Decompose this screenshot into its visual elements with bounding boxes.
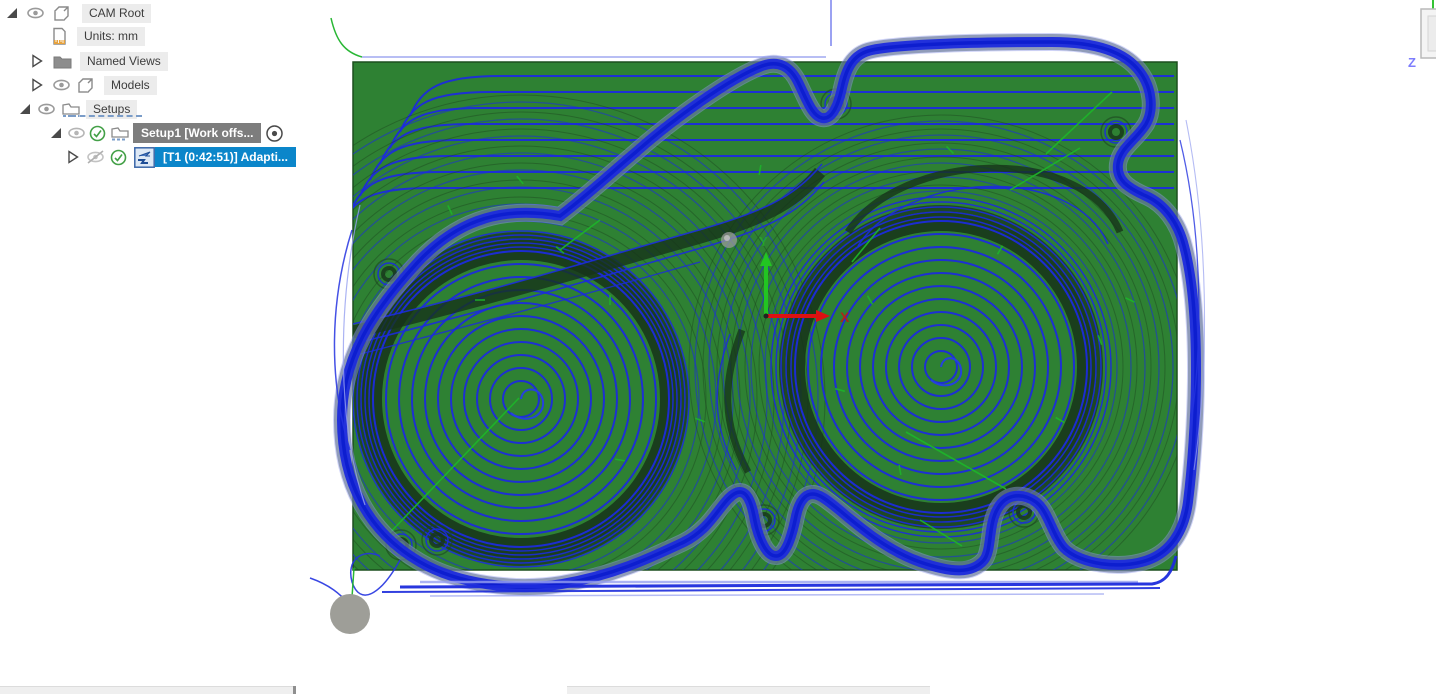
operation-point-sphere-highlight [724,235,730,241]
expander-expanded-icon[interactable] [4,5,20,21]
expander-expanded-icon[interactable] [17,101,33,117]
tree-row-models[interactable]: Models [0,74,157,96]
tree-label-setup1[interactable]: Setup1 [Work offs... [133,123,262,143]
tree-row-operation-t1[interactable]: [T1 (0:42:51)] Adapti... [0,146,296,168]
y-axis-label: Y [759,234,768,249]
tree-row-setup1[interactable]: Setup1 [Work offs... [0,122,284,144]
setups-hatch-decoration [70,115,142,117]
tree-row-named-views[interactable]: Named Views [0,50,168,72]
tree-row-setups[interactable]: Setups [0,98,142,120]
eye-slash-icon[interactable] [86,149,105,165]
models-icon [78,78,93,93]
bottom-panel-divider [293,686,296,694]
cam-root-icon [54,6,69,21]
tree-label-operation-t1[interactable]: [T1 (0:42:51)] Adapti... [155,147,296,167]
adaptive-operation-icon [134,146,155,168]
expander-collapsed-icon[interactable] [30,53,44,69]
eye-icon[interactable] [37,101,56,117]
app-window: X Y Z CAM Root Units: mm Named Views Mod… [0,0,1436,694]
eye-icon[interactable] [26,5,45,21]
tree-row-cam-root[interactable]: CAM Root [0,2,152,24]
tree-label-models[interactable]: Models [104,75,157,95]
bottom-panel-edge-middle [567,686,930,694]
bottom-panel-edge-left [0,686,293,694]
tree-label-named-views[interactable]: Named Views [80,51,168,71]
units-document-icon [53,27,66,45]
viewcube[interactable]: Z [1408,0,1436,70]
expander-collapsed-icon[interactable] [30,77,44,93]
check-circle-icon [89,125,106,141]
viewcube-z-label: Z [1408,55,1416,70]
eye-icon[interactable] [52,77,71,93]
setup-icon [111,126,129,140]
toolpath-curve [330,17,363,58]
browser-tree: CAM Root Units: mm Named Views Models Se… [0,0,310,200]
x-axis-label: X [840,309,850,325]
tree-row-units[interactable]: Units: mm [0,25,145,47]
tree-label-cam-root[interactable]: CAM Root [82,3,152,23]
expander-expanded-icon[interactable] [48,125,64,141]
active-setup-radio-icon[interactable] [265,124,284,143]
folder-icon [53,56,72,69]
tool-ball[interactable] [330,594,370,634]
eye-icon[interactable] [67,125,86,141]
expander-collapsed-icon[interactable] [66,149,80,165]
tree-label-units[interactable]: Units: mm [77,26,145,46]
check-circle-icon [110,149,127,165]
